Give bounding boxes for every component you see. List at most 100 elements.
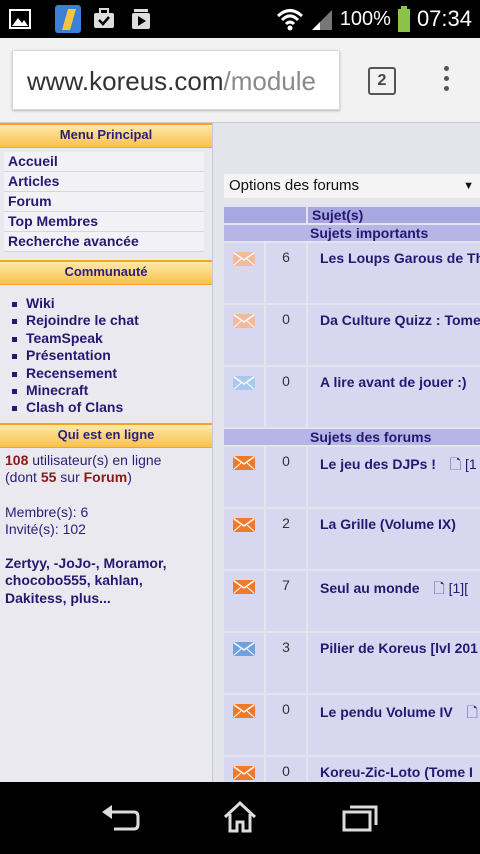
topic-replies: 7 — [266, 571, 306, 631]
topic-row[interactable]: 0 Le jeu des DJPs ! 🗋 [1 — [224, 447, 480, 507]
topic-replies: 0 — [266, 367, 306, 427]
topic-replies: 0 — [266, 695, 306, 755]
wifi-icon — [276, 9, 303, 31]
topic-row[interactable]: 7 Seul au monde 🗋 [1][ — [224, 571, 480, 631]
topic-icon-cell — [224, 571, 264, 631]
app-icon — [55, 5, 81, 33]
topic-pages[interactable]: 🗋 — [467, 704, 478, 720]
topic-icon-cell — [224, 243, 264, 303]
briefcase-check-icon — [94, 8, 114, 28]
envelope-icon — [233, 456, 255, 470]
topic-title-link[interactable]: Le pendu Volume IV — [320, 704, 453, 720]
online-users-list[interactable]: Zertyy, -JoJo-, Moramor, chocobo555, kah… — [5, 555, 207, 608]
menu-item-top-membres[interactable]: Top Membres — [4, 212, 204, 232]
menu-item-recherche[interactable]: Recherche avancée — [4, 232, 204, 252]
topic-replies: 3 — [266, 633, 306, 693]
recent-apps-icon[interactable] — [342, 804, 378, 832]
online-title: Qui est en ligne — [0, 422, 212, 448]
community-item-wiki[interactable]: Wiki — [12, 295, 212, 312]
topic-pages[interactable]: 🗋 [1][ — [433, 580, 468, 596]
envelope-icon — [233, 518, 255, 532]
topic-title-link[interactable]: Koreu-Zic-Loto (Tome I — [320, 764, 473, 780]
menu-item-accueil[interactable]: Accueil — [4, 152, 204, 172]
android-nav-bar — [0, 782, 480, 854]
topic-replies: 0 — [266, 305, 306, 365]
battery-icon — [397, 6, 410, 32]
topic-row[interactable]: 2 La Grille (Volume IX) — [224, 509, 480, 569]
topic-replies: 0 — [266, 447, 306, 507]
community-item-chat[interactable]: Rejoindre le chat — [12, 312, 212, 329]
topic-replies: 0 — [266, 757, 306, 782]
topic-row[interactable]: 0 Le pendu Volume IV 🗋 — [224, 695, 480, 755]
forum-main: Options des forums ▼ Sujet(s) Sujets imp… — [213, 123, 480, 782]
section-important-label: Sujets importants — [224, 225, 480, 241]
community-item-teamspeak[interactable]: TeamSpeak — [12, 330, 212, 347]
online-text: utilisateur(s) en ligne — [28, 451, 162, 468]
topic-title-link[interactable]: La Grille (Volume IX) — [320, 516, 456, 532]
envelope-icon — [233, 766, 255, 780]
topic-row[interactable]: 0 Da Culture Quizz : Tome — [224, 305, 480, 365]
topic-title-link[interactable]: Le jeu des DJPs ! — [320, 456, 436, 472]
envelope-icon — [233, 376, 255, 390]
online-close: ) — [127, 469, 132, 486]
topic-icon-cell — [224, 305, 264, 365]
community-item-clash[interactable]: Clash of Clans — [12, 399, 212, 416]
topic-icon-cell — [224, 633, 264, 693]
topic-icon-cell — [224, 367, 264, 427]
status-bar: 100% 07:34 — [0, 0, 480, 38]
header-subject[interactable]: Sujet(s) — [308, 207, 480, 223]
guests-count: Invité(s): 102 — [5, 521, 86, 538]
tab-switcher-button[interactable]: 2 — [368, 67, 396, 95]
online-sur: sur — [56, 469, 84, 486]
topic-row[interactable]: 3 Pilier de Koreus [lvl 201 — [224, 633, 480, 693]
envelope-icon — [233, 252, 255, 266]
envelope-icon — [233, 580, 255, 594]
main-menu-title: Menu Principal — [0, 123, 212, 148]
topic-title-link[interactable]: Seul au monde — [320, 580, 420, 596]
topic-title-link[interactable]: Pilier de Koreus [lvl 201 — [320, 640, 478, 656]
envelope-icon — [233, 314, 255, 328]
envelope-icon — [233, 642, 255, 656]
clock: 07:34 — [416, 6, 472, 31]
back-icon[interactable] — [100, 804, 140, 832]
online-dont: (dont — [5, 469, 41, 486]
topic-title-link[interactable]: A lire avant de jouer :) — [320, 374, 467, 390]
home-icon[interactable] — [222, 800, 258, 834]
browser-toolbar: www.koreus.com/module 2 — [0, 38, 480, 123]
section-forums: Sujets des forums — [224, 429, 480, 445]
topic-icon-cell — [224, 509, 264, 569]
sidebar: Menu Principal Accueil Articles Forum To… — [0, 123, 213, 782]
envelope-icon — [233, 704, 255, 718]
topic-replies: 6 — [266, 243, 306, 303]
main-menu: Accueil Articles Forum Top Membres Reche… — [0, 148, 212, 260]
overflow-menu-icon[interactable] — [436, 66, 456, 96]
signal-icon — [311, 10, 332, 30]
topic-row[interactable]: 0 A lire avant de jouer :) — [224, 367, 480, 427]
community-item-minecraft[interactable]: Minecraft — [12, 382, 212, 399]
community-item-recensement[interactable]: Recensement — [12, 365, 212, 382]
web-page: Menu Principal Accueil Articles Forum To… — [0, 123, 480, 782]
menu-item-articles[interactable]: Articles — [4, 172, 204, 192]
topic-row[interactable]: 6 Les Loups Garous de Th — [224, 243, 480, 303]
media-icon — [132, 9, 150, 29]
topic-pages[interactable]: 🗋 [1 — [450, 456, 477, 472]
topic-title-link[interactable]: Da Culture Quizz : Tome — [320, 312, 480, 328]
community-item-presentation[interactable]: Présentation — [12, 347, 212, 364]
section-forums-label: Sujets des forums — [224, 429, 480, 445]
menu-item-forum[interactable]: Forum — [4, 192, 204, 212]
community-title: Communauté — [0, 260, 212, 285]
online-info: 108 utilisateur(s) en ligne (dont 55 sur… — [0, 448, 212, 612]
online-forum-link[interactable]: Forum — [84, 469, 128, 485]
topics-table: Sujet(s) Sujets importants 6 Les Loups Ga… — [222, 205, 480, 782]
forum-options-select[interactable]: Options des forums ▼ — [224, 174, 480, 198]
members-count: Membre(s): 6 — [5, 503, 89, 520]
topic-icon-cell — [224, 757, 264, 782]
url-path: /module — [223, 66, 317, 96]
forum-options-label: Options des forums — [229, 177, 360, 194]
topic-icon-cell — [224, 695, 264, 755]
url-host: www.koreus.com — [27, 66, 224, 96]
topic-row[interactable]: 0 Koreu-Zic-Loto (Tome I — [224, 757, 480, 782]
community-menu: Wiki Rejoindre le chat TeamSpeak Présent… — [0, 285, 212, 423]
url-field[interactable]: www.koreus.com/module — [12, 50, 340, 110]
topic-title-link[interactable]: Les Loups Garous de Th — [320, 250, 480, 266]
